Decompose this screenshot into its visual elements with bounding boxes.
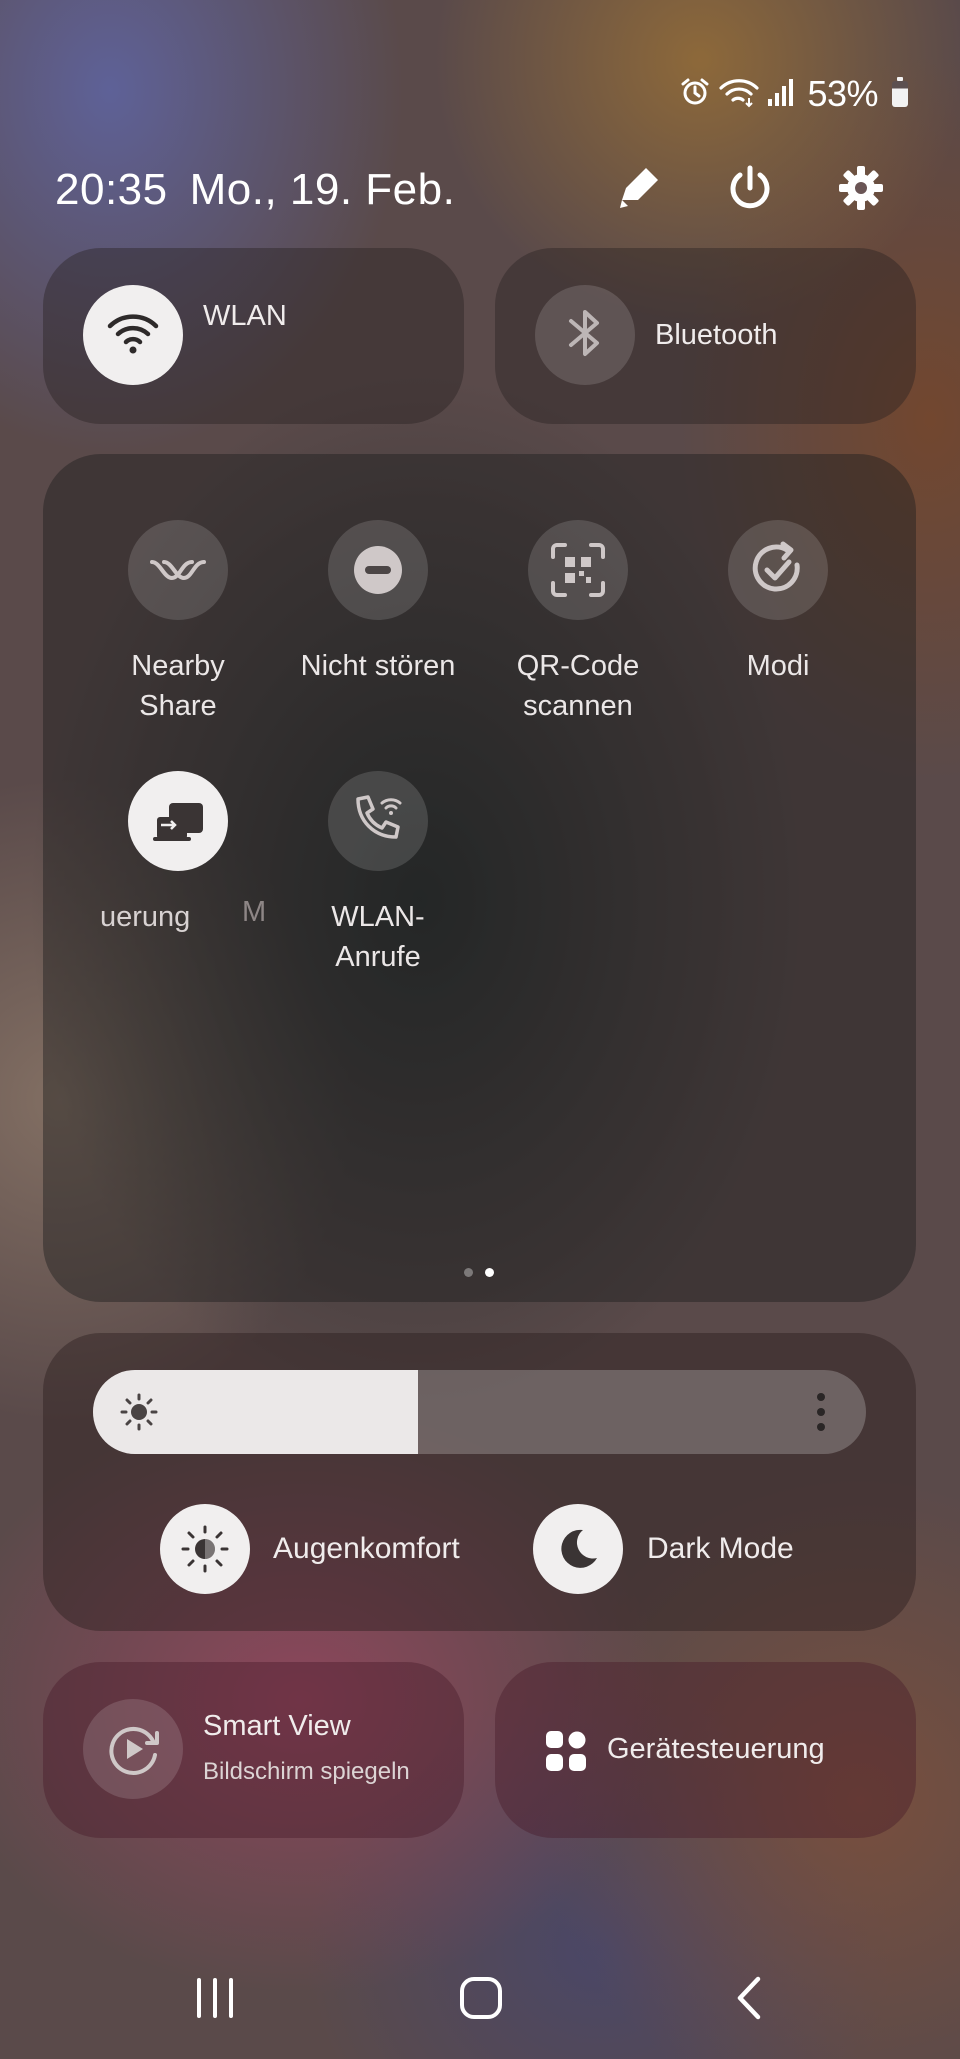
qs-label: QR-Code scannen xyxy=(516,650,640,722)
edit-button[interactable] xyxy=(608,160,668,220)
quick-settings-panel: Nearby Share Nicht stören QR-Code scanne… xyxy=(43,454,916,1302)
gear-icon xyxy=(836,163,886,218)
status-bar: 53% xyxy=(679,72,908,116)
eye-comfort-icon xyxy=(160,1504,250,1594)
wifi-call-icon xyxy=(328,771,428,871)
wifi-icon xyxy=(107,311,159,360)
nearby-share-icon xyxy=(128,520,228,620)
battery-icon xyxy=(892,77,908,107)
wlan-label: WLAN xyxy=(203,300,287,332)
clock-date: Mo., 19. Feb. xyxy=(189,165,456,214)
modes-icon xyxy=(728,520,828,620)
smart-view-subtitle: Bildschirm spiegeln xyxy=(203,1758,410,1785)
power-icon xyxy=(725,163,775,218)
dark-mode-label: Dark Mode xyxy=(647,1532,794,1565)
recent-apps-icon xyxy=(193,1977,237,2023)
page-dot xyxy=(464,1268,473,1277)
back-chevron-icon xyxy=(734,1976,764,2025)
device-control-icon xyxy=(128,771,228,871)
brightness-slider[interactable] xyxy=(93,1370,866,1454)
battery-percent: 53% xyxy=(807,73,878,114)
qr-code-icon xyxy=(528,520,628,620)
wlan-toggle[interactable] xyxy=(83,285,183,385)
more-options-icon[interactable] xyxy=(816,1392,826,1437)
recent-apps-button[interactable] xyxy=(180,1965,250,2035)
page-dot-active xyxy=(485,1268,494,1277)
smart-view-icon xyxy=(83,1699,183,1799)
qs-label: Nearby Share xyxy=(131,650,225,722)
moon-icon xyxy=(533,1504,623,1594)
eye-comfort-toggle[interactable]: Augenkomfort xyxy=(160,1504,460,1594)
qs-qr-scanner[interactable]: QR-Code scannen xyxy=(478,520,678,726)
bluetooth-tile[interactable]: Bluetooth xyxy=(495,248,916,424)
wlan-tile[interactable]: WLAN xyxy=(43,248,464,424)
bluetooth-icon xyxy=(565,305,605,366)
signal-icon xyxy=(767,77,795,112)
device-control-tile[interactable]: Gerätesteuerung xyxy=(495,1662,916,1838)
home-button[interactable] xyxy=(446,1965,516,2035)
bluetooth-toggle[interactable] xyxy=(535,285,635,385)
settings-button[interactable] xyxy=(831,160,891,220)
alarm-icon xyxy=(679,76,711,113)
partial-label: M xyxy=(242,896,267,928)
dnd-icon xyxy=(328,520,428,620)
date-time[interactable]: 20:35 Mo., 19. Feb. xyxy=(55,165,455,215)
home-icon xyxy=(459,1976,503,2025)
back-button[interactable] xyxy=(714,1965,784,2035)
device-control-label: Gerätesteuerung xyxy=(607,1733,825,1765)
bluetooth-label: Bluetooth xyxy=(655,319,778,351)
clock-time: 20:35 xyxy=(55,165,168,214)
qs-wlan-calling[interactable]: WLAN- Anrufe xyxy=(278,771,478,977)
dark-mode-toggle[interactable]: Dark Mode xyxy=(533,1504,794,1594)
qs-modes[interactable]: Modi xyxy=(678,520,878,686)
smart-view-title: Smart View xyxy=(203,1710,351,1742)
smart-view-tile[interactable]: Smart View Bildschirm spiegeln xyxy=(43,1662,464,1838)
qs-label: Modi xyxy=(746,650,810,682)
eye-comfort-label: Augenkomfort xyxy=(273,1532,460,1565)
sun-icon xyxy=(119,1392,159,1437)
qs-nearby-share[interactable]: Nearby Share xyxy=(78,520,278,726)
qs-do-not-disturb[interactable]: Nicht stören xyxy=(278,520,478,686)
qs-label: uerung xyxy=(100,901,191,933)
qs-label: WLAN- Anrufe xyxy=(331,901,425,973)
power-button[interactable] xyxy=(720,160,780,220)
qs-label: Nicht stören xyxy=(300,650,456,682)
grid-apps-icon xyxy=(545,1730,587,1777)
wifi-icon xyxy=(719,76,760,113)
page-indicator[interactable] xyxy=(464,1268,494,1277)
pencil-icon xyxy=(614,164,662,217)
